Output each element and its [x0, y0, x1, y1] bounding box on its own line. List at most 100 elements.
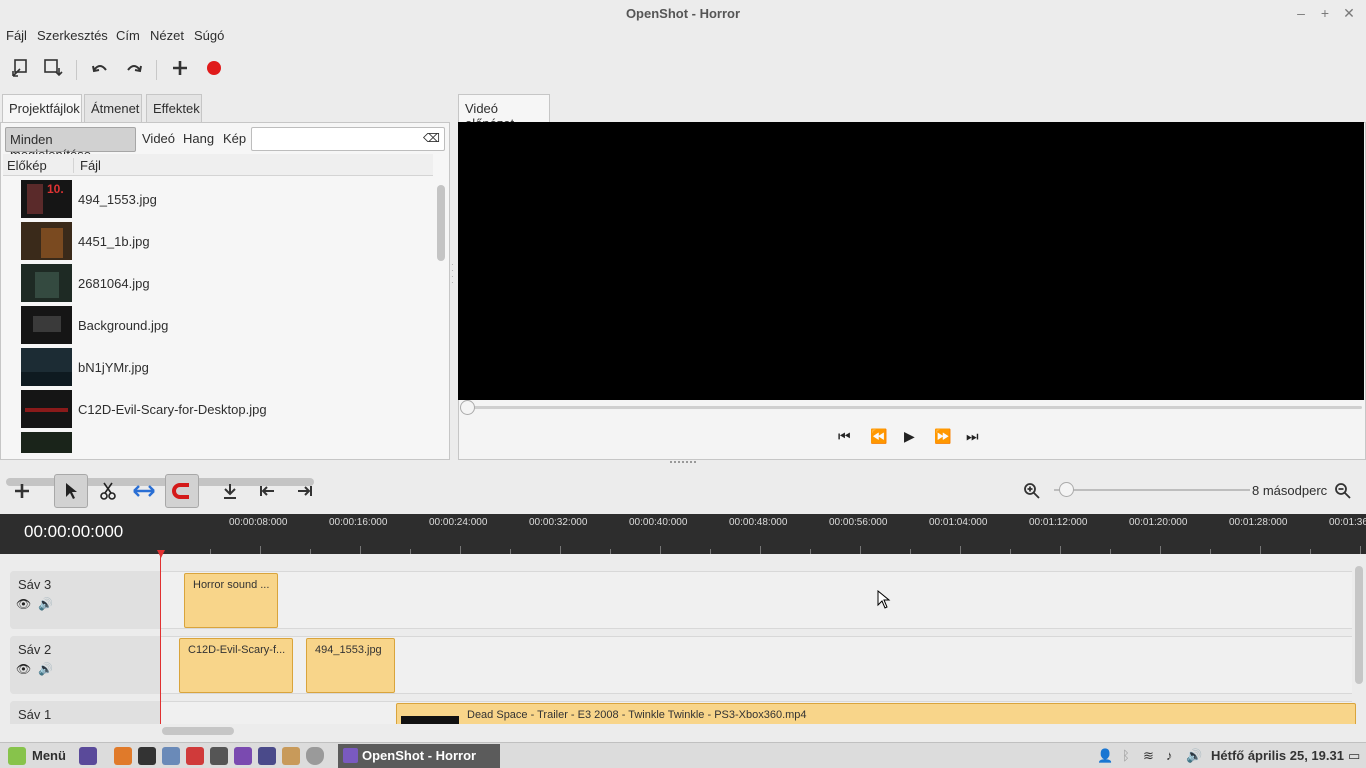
- track-lane[interactable]: C12D-Evil-Scary-f... 494_1553.jpg: [160, 636, 1352, 694]
- list-item[interactable]: 4451_1b.jpg: [3, 221, 433, 263]
- filter-show-all[interactable]: Minden megjelenítése: [5, 127, 136, 162]
- clock[interactable]: Hétfő április 25, 19.31: [1211, 748, 1344, 763]
- app-icon[interactable]: [210, 747, 228, 765]
- fast-forward-icon[interactable]: ⏩: [934, 428, 951, 445]
- clip[interactable]: C12D-Evil-Scary-f...: [179, 638, 293, 693]
- filter-image[interactable]: Kép: [223, 127, 246, 152]
- razor-tool-icon[interactable]: [91, 474, 125, 508]
- previous-marker-icon[interactable]: [250, 474, 284, 508]
- window-title: OpenShot - Horror: [625, 6, 741, 21]
- track-header[interactable]: Sáv 3 👁 🔊: [10, 571, 160, 629]
- menu-title[interactable]: Cím: [116, 28, 140, 43]
- menu-edit[interactable]: Szerkesztés: [37, 28, 108, 43]
- clip-thumbnail: [401, 716, 459, 724]
- list-item[interactable]: 2681064.jpg: [3, 263, 433, 305]
- play-icon[interactable]: ▶: [904, 428, 915, 445]
- mint-menu-icon[interactable]: [8, 747, 26, 765]
- list-item[interactable]: bN1jYMr.jpg: [3, 347, 433, 389]
- add-marker-icon[interactable]: [213, 474, 247, 508]
- timeline-ruler[interactable]: 00:00:00:000 00:00:08:000 00:00:16:000 00:…: [0, 514, 1366, 554]
- import-files-icon[interactable]: [166, 54, 194, 82]
- maximize-button[interactable]: +: [1316, 4, 1334, 22]
- show-desktop-icon[interactable]: [79, 747, 97, 765]
- terminal-icon[interactable]: [138, 747, 156, 765]
- shield-icon[interactable]: [306, 747, 324, 765]
- ruler-tick: [1260, 546, 1261, 554]
- select-tool-icon[interactable]: [54, 474, 88, 508]
- user-icon[interactable]: 👤: [1097, 748, 1113, 764]
- firefox-icon[interactable]: [114, 747, 132, 765]
- jump-end-icon[interactable]: ⏭: [966, 428, 979, 445]
- tab-project-files[interactable]: Projektfájlok: [2, 94, 82, 123]
- menu-file[interactable]: Fájl: [6, 28, 27, 43]
- clear-search-icon[interactable]: ⌫: [423, 131, 440, 145]
- file-list-header: Előkép Fájl: [3, 154, 433, 176]
- list-item[interactable]: 10. 494_1553.jpg: [3, 179, 433, 221]
- track-lane[interactable]: Horror sound ...: [160, 571, 1352, 629]
- volume-icon[interactable]: 🔊: [1186, 748, 1202, 764]
- redo-icon[interactable]: [120, 54, 148, 82]
- track-header[interactable]: Sáv 2 👁 🔊: [10, 636, 160, 694]
- file-name: Background.jpg: [78, 318, 169, 333]
- list-item[interactable]: Background.jpg: [3, 305, 433, 347]
- rewind-icon[interactable]: ⏪: [870, 428, 887, 445]
- new-project-icon[interactable]: [6, 54, 34, 82]
- eye-icon[interactable]: 👁: [16, 597, 31, 611]
- filter-video[interactable]: Videó: [142, 127, 175, 152]
- track-lane[interactable]: Dead Space - Trailer - E3 2008 - Twinkle…: [160, 701, 1356, 724]
- app-icon[interactable]: [234, 747, 252, 765]
- column-file[interactable]: Fájl: [73, 158, 101, 173]
- zoom-slider-track[interactable]: [1054, 489, 1250, 491]
- tab-effects[interactable]: Effektek: [146, 94, 202, 122]
- menu-view[interactable]: Nézet: [150, 28, 184, 43]
- notifications-icon[interactable]: ▭: [1348, 748, 1360, 764]
- taskbar-window-openshot[interactable]: OpenShot - Horror: [338, 744, 500, 768]
- tab-video-preview[interactable]: Videó előnézet: [458, 94, 550, 131]
- zoom-in-icon[interactable]: [1015, 474, 1049, 508]
- export-video-icon[interactable]: [200, 54, 228, 82]
- start-menu-label[interactable]: Menü: [32, 748, 66, 763]
- list-item[interactable]: [3, 431, 433, 453]
- speaker-icon[interactable]: 🔊: [38, 597, 53, 611]
- music-icon[interactable]: ♪: [1166, 748, 1173, 763]
- wifi-icon[interactable]: ≋: [1143, 748, 1154, 764]
- minimize-button[interactable]: –: [1292, 4, 1310, 22]
- list-item[interactable]: C12D-Evil-Scary-for-Desktop.jpg: [3, 389, 433, 431]
- undo-icon[interactable]: [86, 54, 114, 82]
- save-project-icon[interactable]: [40, 54, 68, 82]
- panel-splitter-horizontal[interactable]: [670, 461, 696, 465]
- next-marker-icon[interactable]: [288, 474, 322, 508]
- eye-icon[interactable]: 👁: [16, 662, 31, 676]
- timeline-horizontal-scrollbar[interactable]: [162, 727, 234, 735]
- panel-splitter[interactable]: · · · ·: [451, 261, 455, 288]
- app-icon[interactable]: [258, 747, 276, 765]
- zoom-out-icon[interactable]: [1326, 474, 1360, 508]
- column-preview[interactable]: Előkép: [7, 158, 47, 173]
- bluetooth-icon[interactable]: ᛒ: [1122, 748, 1130, 763]
- search-input[interactable]: ⌫: [251, 127, 445, 151]
- seek-handle[interactable]: [460, 400, 475, 415]
- track-header[interactable]: Sáv 1: [10, 701, 160, 724]
- close-button[interactable]: ✕: [1340, 4, 1358, 22]
- playhead[interactable]: [157, 550, 165, 724]
- tab-transitions[interactable]: Átmenet: [84, 94, 142, 122]
- app-icon[interactable]: [186, 747, 204, 765]
- snap-range-icon[interactable]: [127, 474, 161, 508]
- app-icon[interactable]: [282, 747, 300, 765]
- magnet-snapping-icon[interactable]: [165, 474, 199, 508]
- clip[interactable]: 494_1553.jpg: [306, 638, 395, 693]
- filter-audio[interactable]: Hang: [183, 127, 214, 152]
- speaker-icon[interactable]: 🔊: [38, 662, 53, 676]
- clip[interactable]: Dead Space - Trailer - E3 2008 - Twinkle…: [396, 703, 1356, 724]
- file-list-vertical-scrollbar[interactable]: [437, 185, 445, 261]
- ruler-tick: [1360, 546, 1361, 554]
- clip[interactable]: Horror sound ...: [184, 573, 278, 628]
- add-track-icon[interactable]: [5, 474, 39, 508]
- track-name: Sáv 3: [18, 577, 52, 592]
- timeline-vertical-scrollbar[interactable]: [1355, 566, 1363, 684]
- files-icon[interactable]: [162, 747, 180, 765]
- zoom-slider-handle[interactable]: [1059, 482, 1074, 497]
- jump-start-icon[interactable]: ⏮: [838, 428, 851, 445]
- menu-help[interactable]: Súgó: [194, 28, 224, 43]
- seek-bar[interactable]: [466, 406, 1362, 409]
